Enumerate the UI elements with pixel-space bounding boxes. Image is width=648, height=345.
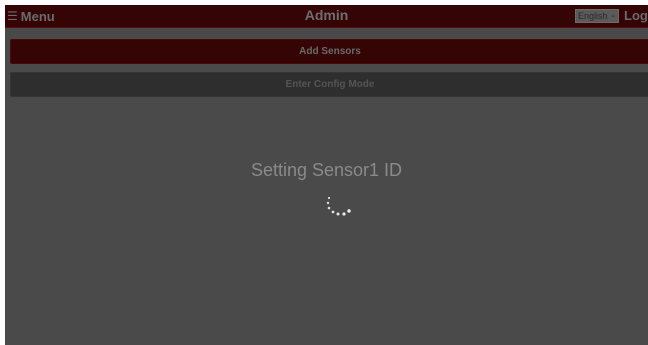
spinner-dot: [326, 201, 330, 205]
spinner-dot: [342, 212, 346, 216]
menu-label: Menu: [20, 8, 55, 24]
spinner-dot: [327, 206, 331, 210]
language-select[interactable]: English ⌄: [575, 9, 619, 23]
add-sensors-button[interactable]: Add Sensors: [10, 39, 648, 64]
logout-link[interactable]: Logout: [624, 8, 648, 23]
hamburger-icon: ☰: [7, 9, 18, 23]
loading-status-text: Setting Sensor1 ID: [250, 160, 403, 180]
top-bar: ☰ Menu Admin English ⌄ Logout: [5, 5, 648, 28]
enter-config-mode-button[interactable]: Enter Config Mode: [10, 72, 648, 97]
spinner-dot: [331, 210, 335, 214]
language-select-value: English: [578, 11, 608, 21]
app-window: ☰ Menu Admin English ⌄ Logout Add Sensor…: [5, 5, 648, 345]
chevron-down-icon: ⌄: [610, 12, 616, 19]
spinner-dot: [327, 197, 331, 200]
spinner-dot: [347, 209, 351, 213]
menu-button[interactable]: ☰ Menu: [7, 8, 55, 24]
spinner-dot: [336, 212, 340, 216]
page-title: Admin: [304, 7, 349, 23]
loading-spinner-icon: [326, 197, 351, 216]
